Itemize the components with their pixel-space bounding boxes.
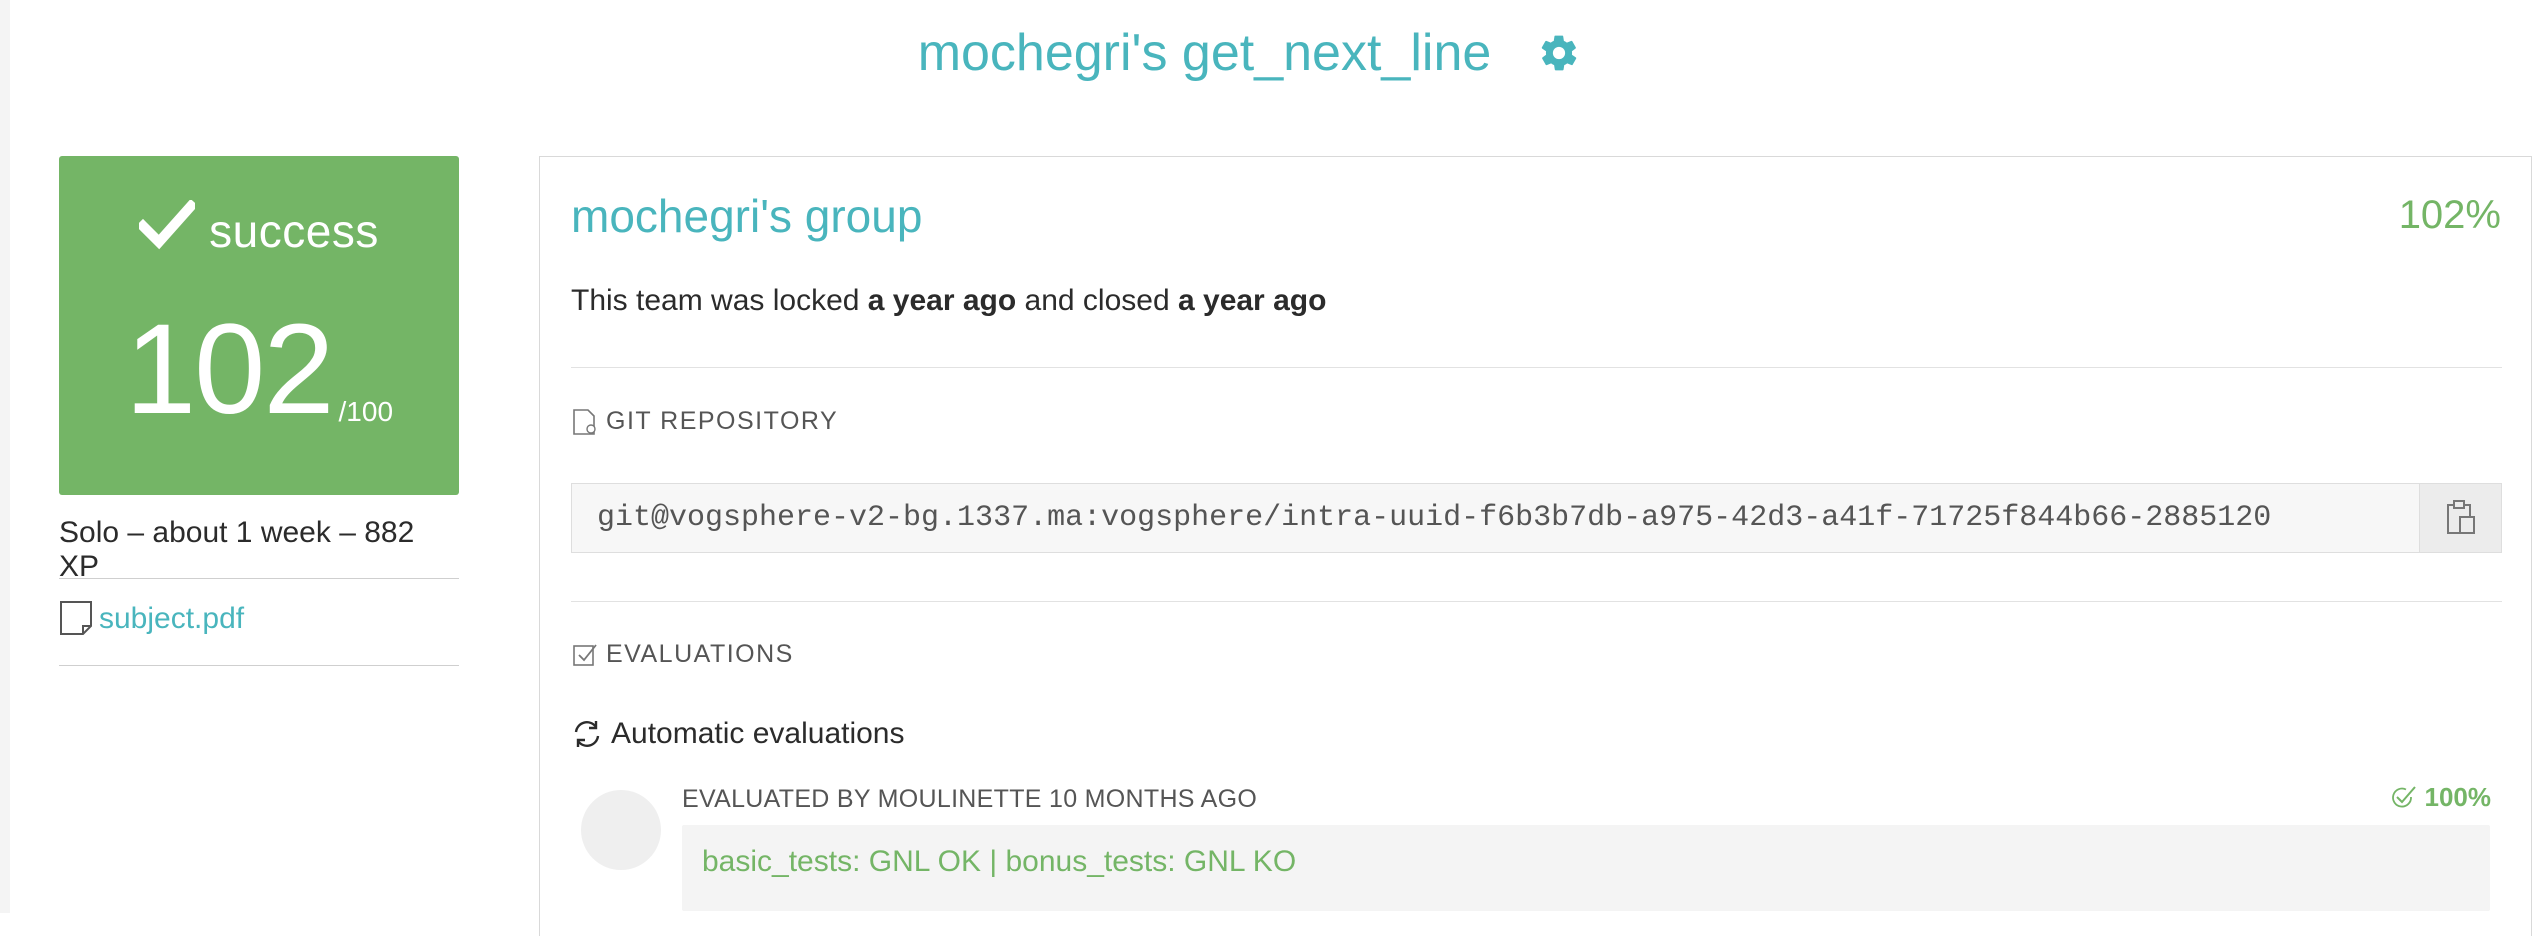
automatic-evaluations-label: Automatic evaluations: [611, 717, 905, 750]
page-left-border: [0, 0, 10, 913]
divider: [571, 367, 2502, 368]
check-circle-icon: [2391, 785, 2416, 807]
evaluation-result: basic_tests: GNL OK | bonus_tests: GNL K…: [682, 825, 2490, 911]
group-percent: 102%: [2398, 193, 2501, 237]
evaluation-score: 100%: [2389, 782, 2492, 813]
page-title: mochegri's get_next_line: [917, 24, 1492, 82]
project-meta: Solo – about 1 week – 882 XP: [59, 516, 415, 583]
checkmark-icon: [139, 200, 196, 250]
status-card: success 102 /100: [59, 156, 459, 495]
repository-file-icon: [573, 408, 596, 435]
team-status-middle: and closed: [1016, 284, 1178, 317]
team-status: This team was locked a year ago and clos…: [571, 284, 1326, 318]
divider: [571, 601, 2502, 602]
team-status-prefix: This team was locked: [571, 284, 868, 317]
group-name[interactable]: mochegri's group: [571, 189, 922, 243]
evaluation-score-value: 100%: [2424, 782, 2492, 812]
score-row: 102 /100: [59, 306, 459, 434]
status-row: success: [59, 200, 459, 258]
evaluated-by: EVALUATED BY MOULINETTE 10 MONTHS AGO: [682, 785, 1258, 813]
git-repository-heading: GIT REPOSITORY: [571, 407, 838, 436]
team-panel: mochegri's group 102% This team was lock…: [539, 156, 2532, 936]
avatar: [581, 790, 661, 870]
gear-icon[interactable]: [1537, 31, 1581, 75]
final-score: 102: [124, 298, 335, 441]
evaluations-label: EVALUATIONS: [606, 640, 794, 668]
refresh-icon: [574, 721, 600, 747]
repo-url-box: [571, 483, 2502, 553]
evaluations-heading: EVALUATIONS: [571, 640, 794, 669]
checkbox-icon: [573, 643, 597, 666]
divider: [59, 578, 459, 579]
score-max: /100: [338, 396, 394, 427]
file-icon: [60, 601, 92, 635]
automatic-evaluations-heading: Automatic evaluations: [571, 717, 905, 751]
divider: [59, 665, 459, 666]
subject-link-row[interactable]: subject.pdf: [59, 600, 244, 638]
git-repository-label: GIT REPOSITORY: [606, 407, 839, 435]
closed-time: a year ago: [1177, 284, 1327, 317]
status-label: success: [209, 205, 379, 257]
subject-pdf-link[interactable]: subject.pdf: [99, 602, 244, 636]
copy-button[interactable]: [2419, 484, 2501, 552]
clipboard-icon: [2446, 500, 2475, 534]
locked-time: a year ago: [867, 284, 1017, 317]
page-header: mochegri's get_next_line: [0, 18, 2539, 88]
repo-url-input[interactable]: [572, 484, 2419, 552]
